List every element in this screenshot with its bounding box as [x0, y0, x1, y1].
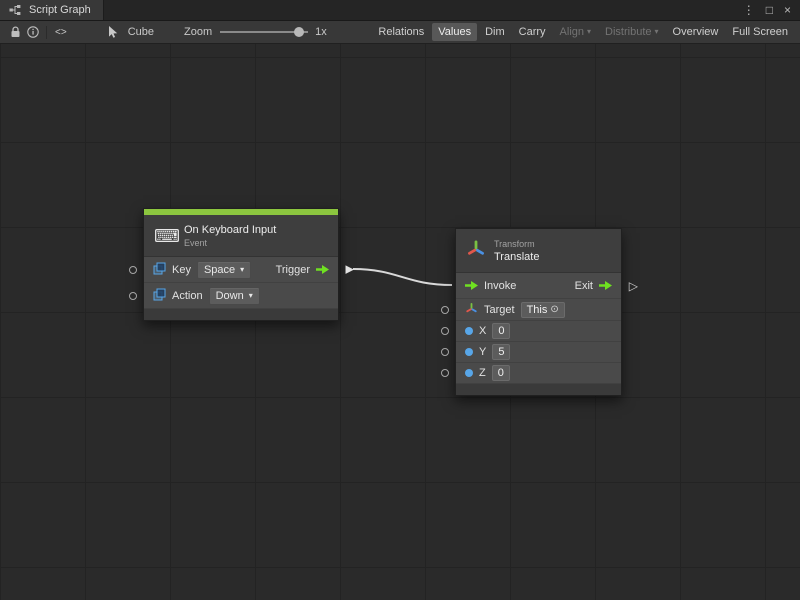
z-value-field[interactable]: 0: [492, 365, 510, 381]
x-label: X: [479, 325, 486, 337]
graph-canvas[interactable]: ⌨ On Keyboard Input Event Key Space: [0, 44, 800, 600]
transform-axis-icon: [465, 302, 478, 318]
value-key-icon: [153, 262, 166, 278]
more-options-icon[interactable]: ⋮: [743, 4, 755, 16]
object-picker-icon[interactable]: ⊙: [550, 305, 558, 315]
translate-node-header: Transform Translate: [456, 229, 621, 273]
tab-title: Script Graph: [29, 4, 91, 16]
translate-node-category: Transform: [494, 239, 539, 249]
toolbar-button-align[interactable]: Align ▾: [554, 23, 597, 41]
select-target-icon: [105, 24, 123, 41]
distribute-label: Distribute: [605, 26, 651, 38]
script-graph-window: Script Graph ⋮ □ × <>: [0, 0, 800, 600]
toolbar-button-relations[interactable]: Relations: [372, 23, 430, 41]
key-dropdown[interactable]: Space ▾: [197, 261, 251, 279]
target-name-label: Cube: [128, 26, 154, 38]
exit-port-icon[interactable]: [599, 281, 612, 290]
float-value-icon: [465, 348, 473, 356]
toolbar-button-carry[interactable]: Carry: [513, 23, 552, 41]
target-object-field[interactable]: This ⊙: [521, 302, 565, 318]
float-value-icon: [465, 327, 473, 335]
event-node-title: On Keyboard Input: [184, 224, 276, 236]
target-input-port[interactable]: [441, 306, 449, 314]
target-label: Target: [484, 304, 515, 316]
chevron-down-icon: ▾: [249, 292, 253, 300]
translate-node-footer: [456, 384, 621, 395]
lock-icon[interactable]: [6, 24, 24, 41]
action-row: Action Down ▾: [144, 283, 338, 309]
close-icon[interactable]: ×: [784, 4, 791, 16]
trigger-port-icon[interactable]: [316, 265, 329, 274]
zoom-value: 1x: [315, 26, 327, 38]
key-label: Key: [172, 264, 191, 276]
trigger-label: Trigger: [276, 264, 310, 276]
x-row: X 0: [456, 321, 621, 342]
float-value-icon: [465, 369, 473, 377]
target-object-value: This: [527, 304, 548, 316]
toolbar-button-dim[interactable]: Dim: [479, 23, 511, 41]
invoke-port-icon[interactable]: [465, 281, 478, 290]
info-icon[interactable]: [24, 24, 42, 41]
window-controls: ⋮ □ ×: [734, 0, 800, 20]
y-label: Y: [479, 346, 486, 358]
node-translate[interactable]: Transform Translate Invoke Exit ▷: [455, 228, 622, 396]
flow-continue-icon: ▷: [629, 280, 638, 292]
action-dropdown[interactable]: Down ▾: [209, 287, 260, 305]
x-value-field[interactable]: 0: [492, 323, 510, 339]
event-node-header: ⌨ On Keyboard Input Event: [144, 215, 338, 257]
toolbar-buttons: Relations Values Dim Carry Align ▾ Distr…: [372, 23, 794, 41]
action-dropdown-value: Down: [216, 290, 244, 302]
key-dropdown-value: Space: [204, 264, 235, 276]
z-input-port[interactable]: [441, 369, 449, 377]
z-label: Z: [479, 367, 486, 379]
target-row: Target This ⊙: [456, 299, 621, 321]
connection-wire[interactable]: [353, 269, 452, 285]
tab-script-graph[interactable]: Script Graph: [0, 0, 104, 20]
keyboard-icon: ⌨: [154, 227, 176, 245]
graph-target[interactable]: Cube: [105, 24, 154, 41]
translate-node-title: Translate: [494, 251, 539, 263]
toolbar-button-values[interactable]: Values: [432, 23, 477, 41]
transform-axis-icon: [466, 239, 486, 262]
script-graph-icon: [6, 2, 24, 19]
y-value-field[interactable]: 5: [492, 344, 510, 360]
graph-toolbar: <> Cube Zoom 1x Relations Values Dim Car…: [0, 21, 800, 44]
chevron-down-icon: ▾: [240, 266, 244, 274]
x-input-port[interactable]: [441, 327, 449, 335]
toolbar-button-overview[interactable]: Overview: [667, 23, 725, 41]
key-input-port[interactable]: [129, 266, 137, 274]
exit-label: Exit: [575, 280, 593, 292]
toolbar-button-fullscreen[interactable]: Full Screen: [726, 23, 794, 41]
maximize-icon[interactable]: □: [766, 4, 773, 16]
action-label: Action: [172, 290, 203, 302]
node-on-keyboard-input[interactable]: ⌨ On Keyboard Input Event Key Space: [143, 208, 339, 321]
event-node-footer: [144, 309, 338, 320]
chevron-down-icon: ▾: [655, 28, 659, 36]
y-input-port[interactable]: [441, 348, 449, 356]
key-row: Key Space ▾ Trigger ▶: [144, 257, 338, 283]
y-row: Y 5: [456, 342, 621, 363]
zoom-label: Zoom: [184, 26, 212, 38]
toolbar-button-distribute[interactable]: Distribute ▾: [599, 23, 664, 41]
tab-bar: Script Graph ⋮ □ ×: [0, 0, 800, 21]
wire-arrowhead-icon: ▶: [346, 264, 354, 275]
toolbar-divider: [46, 26, 47, 39]
z-row: Z 0: [456, 363, 621, 384]
action-input-port[interactable]: [129, 292, 137, 300]
value-key-icon: [153, 288, 166, 304]
invoke-exit-row: Invoke Exit ▷: [456, 273, 621, 299]
wire-layer: [0, 44, 800, 600]
zoom-slider-knob[interactable]: [294, 27, 304, 37]
zoom-slider[interactable]: [220, 26, 308, 38]
event-node-subtitle: Event: [184, 238, 276, 248]
code-icon[interactable]: <>: [51, 27, 71, 38]
chevron-down-icon: ▾: [587, 28, 591, 36]
invoke-label: Invoke: [484, 280, 516, 292]
align-label: Align: [560, 26, 584, 38]
